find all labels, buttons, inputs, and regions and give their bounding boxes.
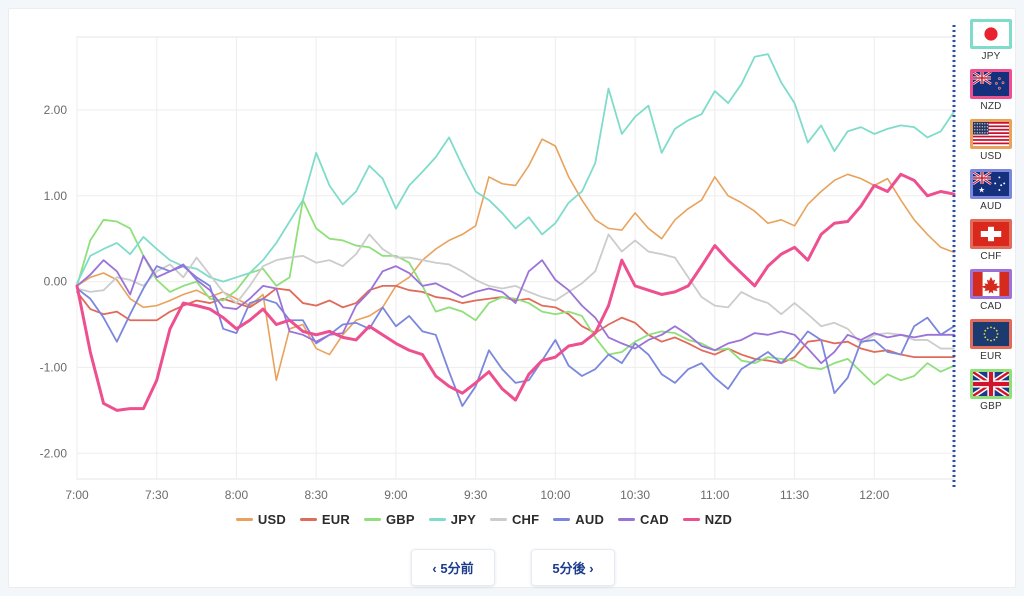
ranking-item-label: CAD: [980, 301, 1002, 312]
svg-text:12:00: 12:00: [859, 488, 889, 502]
svg-text:9:30: 9:30: [464, 488, 488, 502]
ranking-item-aud[interactable]: AUD: [961, 169, 1021, 212]
legend-label: GBP: [385, 512, 415, 527]
prev-5min-button[interactable]: ‹ 5分前: [411, 549, 495, 586]
ranking-item-cad[interactable]: CAD: [961, 269, 1021, 312]
legend-swatch-icon: [235, 518, 253, 521]
currency-ranking-sidebar: JPY NZD USD AUD CHF CAD EUR GBP: [957, 19, 1024, 509]
flag-ch-icon: [970, 219, 1012, 249]
svg-text:1.00: 1.00: [44, 189, 68, 203]
ranking-item-usd[interactable]: USD: [961, 119, 1021, 162]
legend-item-usd[interactable]: USD: [235, 512, 286, 527]
chart-legend: USD EUR GBP JPY CHF AUD CAD NZD: [9, 512, 959, 527]
flag-au-icon: [970, 169, 1012, 199]
flag-graphic: [973, 372, 1009, 396]
legend-swatch-icon: [553, 518, 571, 521]
flag-graphic: [973, 222, 1009, 246]
nav-buttons: ‹ 5分前 5分後 ›: [9, 549, 1017, 586]
legend-swatch-icon: [428, 518, 446, 521]
svg-text:9:00: 9:00: [384, 488, 408, 502]
ranking-item-nzd[interactable]: NZD: [961, 69, 1021, 112]
svg-text:11:30: 11:30: [780, 488, 809, 502]
flag-ca-icon: [970, 269, 1012, 299]
chart-card: -2.00 -1.00 0.00 1.00 2.00 7:00 7:30 8:00 8:30 9…: [8, 8, 1016, 588]
legend-swatch-icon: [489, 518, 507, 521]
ranking-item-eur[interactable]: EUR: [961, 319, 1021, 362]
ranking-item-label: AUD: [980, 201, 1002, 212]
flag-graphic: [973, 272, 1009, 296]
series-line-jpy: [76, 53, 955, 285]
ranking-item-jpy[interactable]: JPY: [961, 19, 1021, 62]
svg-text:8:30: 8:30: [305, 488, 329, 502]
flag-graphic: [973, 22, 1009, 46]
legend-label: CHF: [511, 512, 540, 527]
legend-item-cad[interactable]: CAD: [618, 512, 669, 527]
flag-gb-icon: [970, 369, 1012, 399]
series-line-chf: [76, 233, 955, 350]
svg-text:7:00: 7:00: [65, 488, 89, 502]
legend-swatch-icon: [363, 518, 381, 521]
flag-us-icon: [970, 119, 1012, 149]
legend-swatch-icon: [682, 518, 700, 521]
flag-jp-icon: [970, 19, 1012, 49]
ranking-item-label: USD: [980, 151, 1002, 162]
legend-item-gbp[interactable]: GBP: [363, 512, 415, 527]
x-axis-ticks: 7:00 7:30 8:00 8:30 9:00 9:30 10:00 10:30 11:00 1…: [65, 488, 889, 502]
ranking-item-label: CHF: [980, 251, 1002, 262]
flag-graphic: [973, 72, 1009, 96]
svg-text:10:00: 10:00: [540, 488, 570, 502]
legend-item-jpy[interactable]: JPY: [428, 512, 476, 527]
svg-text:11:00: 11:00: [700, 488, 729, 502]
ranking-item-label: GBP: [980, 401, 1002, 412]
svg-text:10:30: 10:30: [620, 488, 650, 502]
legend-item-chf[interactable]: CHF: [489, 512, 540, 527]
legend-label: CAD: [640, 512, 669, 527]
svg-text:7:30: 7:30: [145, 488, 169, 502]
chart-region: -2.00 -1.00 0.00 1.00 2.00 7:00 7:30 8:00 8:30 9…: [9, 9, 959, 509]
y-axis-ticks: -2.00 -1.00 0.00 1.00 2.00: [40, 103, 68, 460]
legend-label: EUR: [321, 512, 350, 527]
ranking-item-chf[interactable]: CHF: [961, 219, 1021, 262]
svg-text:-2.00: -2.00: [40, 446, 68, 460]
ranking-item-label: NZD: [980, 101, 1002, 112]
svg-text:8:00: 8:00: [225, 488, 249, 502]
next-5min-button[interactable]: 5分後 ›: [531, 549, 615, 586]
legend-label: JPY: [450, 512, 476, 527]
series-line-aud: [76, 265, 955, 407]
series-lines: [75, 53, 956, 412]
legend-item-nzd[interactable]: NZD: [682, 512, 733, 527]
legend-item-aud[interactable]: AUD: [553, 512, 604, 527]
svg-text:0.00: 0.00: [44, 275, 68, 289]
legend-item-eur[interactable]: EUR: [299, 512, 350, 527]
line-chart[interactable]: -2.00 -1.00 0.00 1.00 2.00 7:00 7:30 8:00 8:30 9…: [9, 9, 959, 509]
ranking-item-label: EUR: [980, 351, 1002, 362]
flag-nz-icon: [970, 69, 1012, 99]
grid-lines: [76, 36, 955, 480]
flag-graphic: [973, 322, 1009, 346]
svg-text:-1.00: -1.00: [40, 360, 68, 374]
flag-graphic: [973, 172, 1009, 196]
legend-swatch-icon: [299, 518, 317, 521]
ranking-item-label: JPY: [981, 51, 1001, 62]
flag-graphic: [973, 122, 1009, 146]
legend-label: NZD: [704, 512, 733, 527]
series-line-nzd: [75, 172, 956, 412]
ranking-item-gbp[interactable]: GBP: [961, 369, 1021, 412]
legend-label: USD: [257, 512, 286, 527]
legend-swatch-icon: [618, 518, 636, 521]
app-root: -2.00 -1.00 0.00 1.00 2.00 7:00 7:30 8:00 8:30 9…: [0, 0, 1024, 596]
svg-text:2.00: 2.00: [44, 103, 68, 117]
legend-label: AUD: [575, 512, 605, 527]
flag-eu-icon: [970, 319, 1012, 349]
